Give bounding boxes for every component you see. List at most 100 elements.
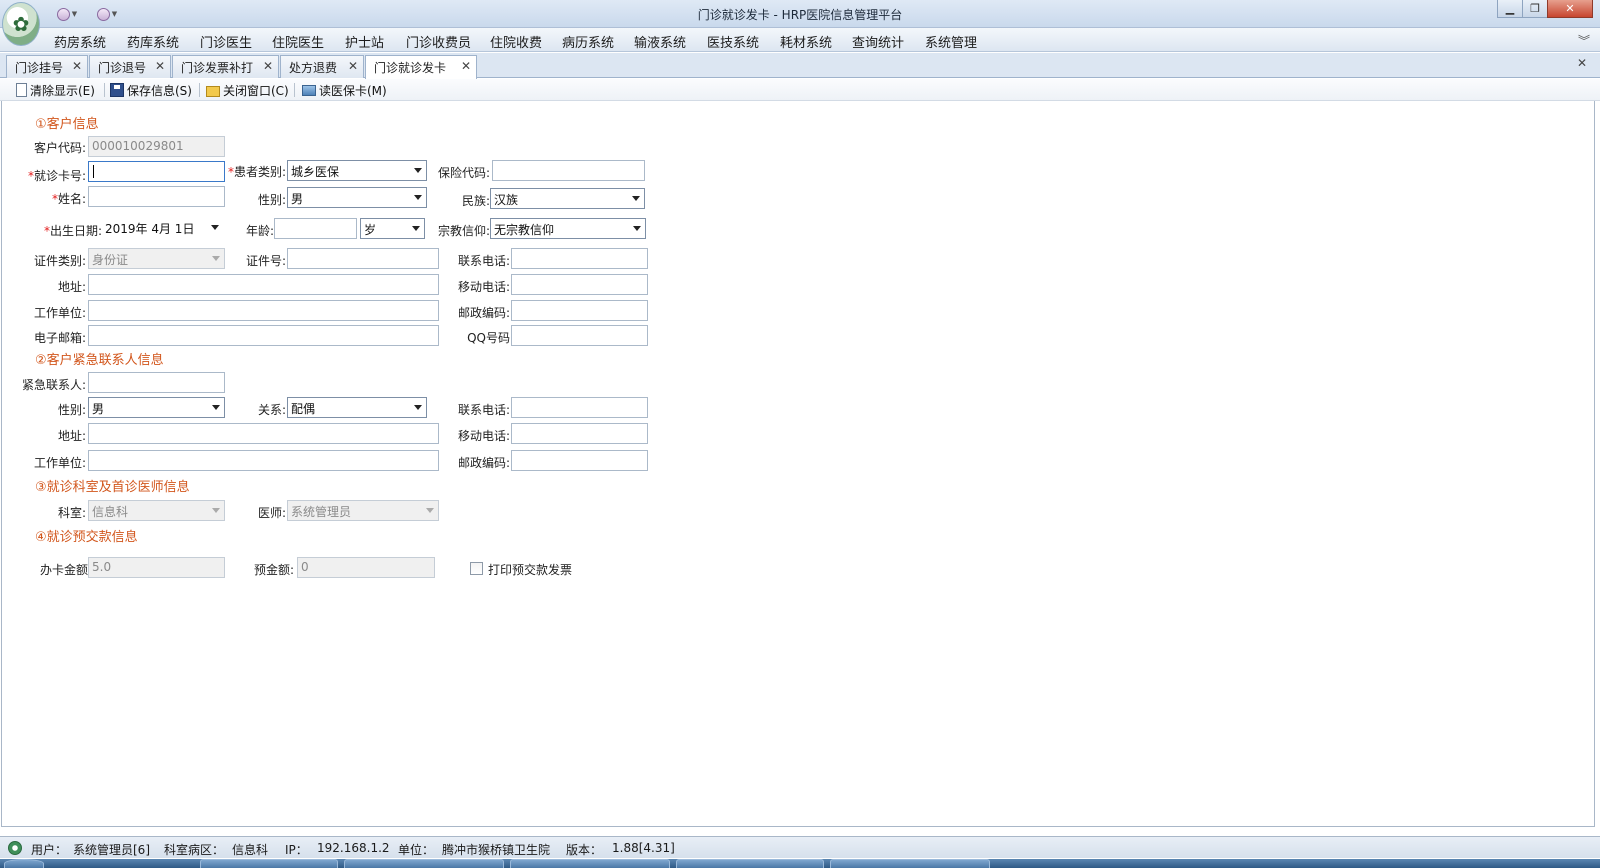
email-input[interactable]: [88, 325, 439, 346]
patient-type-select[interactable]: 城乡医保: [287, 160, 427, 181]
menu-item-outpatient-cashier[interactable]: 门诊收费员: [406, 32, 471, 51]
tab-cancel-registration[interactable]: 门诊退号 ✕: [89, 55, 171, 78]
gender-select[interactable]: 男: [287, 187, 427, 208]
taskbar-app-button[interactable]: [200, 859, 338, 868]
age-unit-select[interactable]: 岁: [360, 218, 425, 239]
ec-phone-input[interactable]: [511, 397, 648, 418]
qq-input[interactable]: [511, 325, 648, 346]
menu-item-pharmacy[interactable]: 药房系统: [54, 32, 106, 51]
close-window-toolbar-button[interactable]: 关闭窗口(C): [206, 81, 289, 99]
mobile-input[interactable]: [511, 274, 648, 295]
menu-bar: 药房系统 药库系统 门诊医生 住院医生 护士站 门诊收费员 住院收费 病历系统 …: [0, 28, 1600, 52]
close-icon[interactable]: ✕: [72, 59, 82, 73]
patient-type-label-text: 患者类别:: [233, 165, 286, 179]
minimize-button[interactable]: ▁: [1497, 0, 1523, 18]
app-logo-icon[interactable]: ✿: [2, 2, 40, 46]
id-type-label: 证件类别:: [33, 254, 86, 268]
menu-item-drug-store[interactable]: 药库系统: [127, 32, 179, 51]
menu-item-inpatient-billing[interactable]: 住院收费: [490, 32, 542, 51]
save-icon: [110, 83, 124, 97]
religion-select[interactable]: 无宗教信仰: [490, 218, 646, 239]
id-type-select: 身份证: [88, 248, 225, 269]
ec-work-unit-input[interactable]: [88, 450, 439, 471]
ethnicity-label: 民族:: [461, 194, 490, 208]
ec-gender-select[interactable]: 男: [88, 397, 225, 418]
toolbar-separator: [199, 83, 200, 97]
app-status-icon: [8, 841, 22, 855]
menu-item-infusion[interactable]: 输液系统: [634, 32, 686, 51]
tab-registration[interactable]: 门诊挂号 ✕: [6, 55, 88, 78]
tab-issue-card[interactable]: 门诊就诊发卡 ✕: [365, 55, 477, 79]
taskbar-app-button[interactable]: [830, 859, 990, 868]
address-input[interactable]: [88, 274, 439, 295]
os-taskbar: [0, 859, 1600, 868]
gender-value: 男: [291, 192, 304, 206]
ec-postcode-input[interactable]: [511, 450, 648, 471]
postcode-input[interactable]: [511, 300, 648, 321]
start-button[interactable]: [4, 859, 44, 868]
close-icon[interactable]: ✕: [461, 59, 471, 73]
menu-item-nurse-station[interactable]: 护士站: [345, 32, 384, 51]
work-unit-input[interactable]: [88, 300, 439, 321]
clear-display-button[interactable]: 清除显示(E): [16, 81, 95, 99]
menu-item-consumables[interactable]: 耗材系统: [780, 32, 832, 51]
id-number-input[interactable]: [287, 248, 439, 269]
insurance-code-input[interactable]: [492, 160, 645, 181]
restore-button[interactable]: ❐: [1522, 0, 1548, 18]
taskbar-app-button[interactable]: [510, 859, 670, 868]
ec-postcode-label: 邮政编码:: [457, 456, 510, 470]
name-input[interactable]: [88, 186, 225, 207]
relation-label: 关系:: [257, 403, 286, 417]
menu-item-medical-tech[interactable]: 医技系统: [707, 32, 759, 51]
ec-address-label: 地址:: [57, 429, 86, 443]
menu-item-query-stats[interactable]: 查询统计: [852, 32, 904, 51]
tab-prescription-refund[interactable]: 处方退费 ✕: [280, 55, 364, 78]
age-input[interactable]: [274, 218, 357, 239]
ec-mobile-input[interactable]: [511, 423, 648, 444]
tab-invoice-reprint[interactable]: 门诊发票补打 ✕: [172, 55, 279, 78]
close-icon[interactable]: ✕: [155, 59, 165, 73]
close-icon[interactable]: ✕: [263, 59, 273, 73]
taskbar-app-button[interactable]: [676, 859, 824, 868]
ethnicity-select[interactable]: 汉族: [490, 188, 645, 209]
phone-input[interactable]: [511, 248, 648, 269]
close-icon[interactable]: ✕: [348, 59, 358, 73]
read-insurance-card-button[interactable]: 读医保卡(M): [302, 81, 387, 99]
status-user-value: 系统管理员[6]: [73, 843, 150, 857]
ec-address-input[interactable]: [88, 423, 439, 444]
form-panel: ①客户信息 客户代码: 000010029801 *就诊卡号: *患者类别: 城…: [1, 101, 1595, 827]
taskbar-app-button[interactable]: [344, 859, 504, 868]
menu-item-outpatient-doctor[interactable]: 门诊医生: [200, 32, 252, 51]
close-window-button[interactable]: ✕: [1547, 0, 1593, 18]
save-info-button[interactable]: 保存信息(S): [110, 81, 192, 99]
relation-select[interactable]: 配偶: [287, 397, 427, 418]
dropdown-arrow-icon: [633, 226, 641, 231]
birth-date-picker[interactable]: 2019年 4月 1日: [103, 218, 223, 239]
print-invoice-label[interactable]: 打印预交款发票: [488, 561, 572, 578]
dropdown-arrow-icon: [632, 196, 640, 201]
qq-label: QQ号码: [467, 331, 510, 345]
print-invoice-checkbox[interactable]: [470, 562, 483, 575]
menu-item-inpatient-doctor[interactable]: 住院医生: [272, 32, 324, 51]
status-ip-value: 192.168.1.2: [317, 841, 390, 855]
section-prepayment-title: ④就诊预交款信息: [35, 530, 138, 545]
status-unit-label: 单位：: [398, 843, 435, 857]
status-dept-label: 科室病区：: [164, 843, 225, 857]
menu-item-medical-records[interactable]: 病历系统: [562, 32, 614, 51]
save-info-label: 保存信息(S): [127, 83, 192, 98]
close-all-tabs-icon[interactable]: ✕: [1577, 56, 1587, 70]
emergency-contact-input[interactable]: [88, 372, 225, 393]
dropdown-arrow-icon: [426, 508, 434, 513]
collapse-ribbon-icon[interactable]: ︾: [1578, 32, 1590, 49]
card-number-input[interactable]: [88, 161, 225, 182]
age-unit-value: 岁: [364, 223, 377, 237]
card-fee-label: 办卡金额: [39, 563, 88, 577]
window-title: 门诊就诊发卡 - HRP医院信息管理平台: [697, 8, 903, 22]
doctor-select: 系统管理员: [287, 500, 439, 521]
menu-item-system-admin[interactable]: 系统管理: [925, 32, 977, 51]
relation-value: 配偶: [291, 402, 316, 416]
phone-label: 联系电话:: [457, 254, 510, 268]
mobile-label: 移动电话:: [457, 280, 510, 294]
clear-display-label: 清除显示(E): [30, 83, 95, 98]
birth-date-value: 2019年 4月 1日: [105, 222, 195, 236]
